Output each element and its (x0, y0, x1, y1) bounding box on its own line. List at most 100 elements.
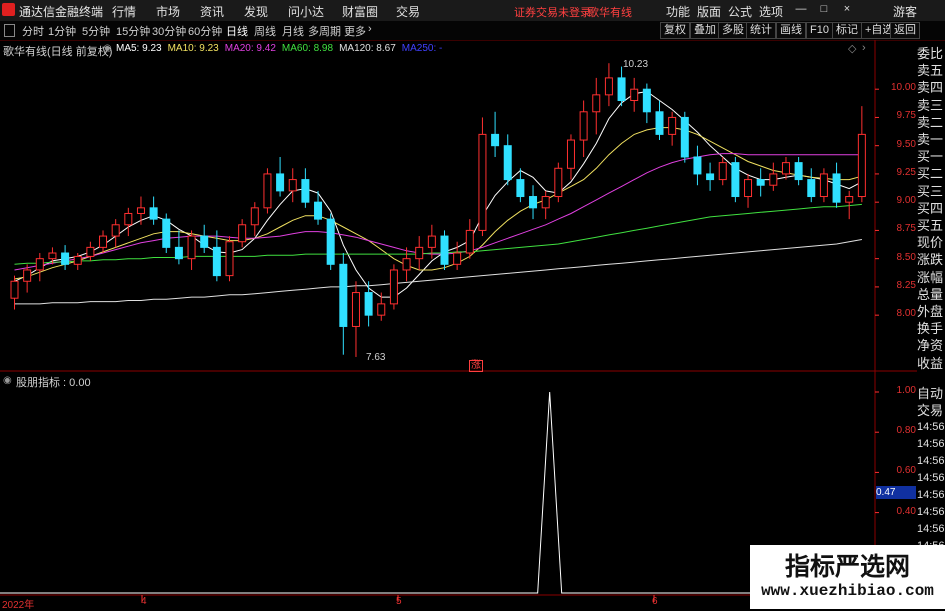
candle-body[interactable] (680, 116, 689, 158)
candle-body[interactable] (832, 173, 841, 203)
candle-body[interactable] (124, 212, 133, 226)
candle-body[interactable] (566, 139, 575, 169)
candle-body[interactable] (377, 303, 386, 316)
menu-item-trade[interactable]: 交易 (396, 3, 420, 20)
candle-body[interactable] (48, 252, 57, 260)
candle-body[interactable] (554, 167, 563, 198)
candle-body[interactable] (301, 179, 310, 203)
candle-body[interactable] (339, 263, 348, 327)
candle-body[interactable] (187, 235, 196, 260)
candle-body[interactable] (238, 224, 247, 243)
menu-layout[interactable]: 版面 (697, 3, 721, 20)
candle-body[interactable] (655, 111, 664, 135)
candle-body[interactable] (668, 116, 677, 135)
candle-body[interactable] (111, 224, 120, 237)
candle-body[interactable] (845, 196, 854, 203)
candle-body[interactable] (99, 235, 108, 248)
candle-body[interactable] (162, 218, 171, 248)
menu-item-news[interactable]: 资讯 (200, 3, 224, 20)
minimize-icon[interactable]: — (794, 3, 808, 16)
candle-body[interactable] (744, 179, 753, 198)
adjust-button[interactable]: 复权 (660, 22, 690, 39)
candle-body[interactable] (326, 218, 335, 265)
candle-body[interactable] (415, 246, 424, 260)
candle-body[interactable] (351, 292, 360, 327)
candle-body[interactable] (794, 162, 803, 181)
menu-item-wealth[interactable]: 财富圈 (342, 3, 378, 20)
stats-button[interactable]: 统计 (746, 22, 776, 39)
menu-item-discover[interactable]: 发现 (244, 3, 268, 20)
back-button[interactable]: 返回 (890, 22, 920, 39)
maximize-icon[interactable]: □ (817, 3, 831, 16)
draw-line-button[interactable]: 画线 (776, 22, 806, 39)
candle-body[interactable] (174, 246, 183, 260)
indicator-collapse-icon[interactable]: ◉ (3, 375, 12, 386)
tab-30min[interactable]: 30分钟 (152, 23, 186, 39)
candle-body[interactable] (314, 201, 323, 220)
tab-more[interactable]: 更多 (344, 23, 366, 39)
tab-intraday[interactable]: 分时 (22, 23, 44, 39)
candle-body[interactable] (592, 94, 601, 113)
tab-monthly[interactable]: 月线 (282, 23, 304, 39)
tab-15min[interactable]: 15分钟 (116, 23, 150, 39)
candle-body[interactable] (212, 246, 221, 277)
candle-body[interactable] (35, 258, 44, 271)
more-chevron-icon[interactable]: › (368, 23, 372, 35)
candle-body[interactable] (503, 145, 512, 181)
candle-body[interactable] (819, 173, 828, 198)
candle-body[interactable] (427, 235, 436, 248)
mark-button[interactable]: 标记 (832, 22, 862, 39)
f10-button[interactable]: F10 (806, 22, 833, 39)
candle-body[interactable] (440, 235, 449, 265)
candle-body[interactable] (541, 196, 550, 209)
tab-weekly[interactable]: 周线 (254, 23, 276, 39)
candle-body[interactable] (529, 196, 538, 209)
candle-body[interactable] (149, 207, 158, 220)
tab-60min[interactable]: 60分钟 (188, 23, 222, 39)
tab-1min[interactable]: 1分钟 (48, 23, 76, 39)
menu-item-quotes[interactable]: 行情 (112, 3, 136, 20)
close-icon[interactable]: × (840, 3, 854, 16)
candle-body[interactable] (731, 162, 740, 198)
candle-body[interactable] (807, 179, 816, 198)
candle-body[interactable] (693, 156, 702, 175)
candle-body[interactable] (86, 246, 95, 257)
candle-body[interactable] (516, 179, 525, 198)
candle-body[interactable] (73, 255, 82, 265)
menu-item-xiaoda[interactable]: 问小达 (288, 3, 324, 20)
candle-body[interactable] (263, 173, 272, 209)
candle-body[interactable] (364, 292, 373, 316)
candle-body[interactable] (453, 252, 462, 265)
candle-body[interactable] (718, 162, 727, 181)
login-notice[interactable]: 证券交易未登录 (514, 4, 591, 20)
guest-label[interactable]: 游客 (893, 3, 917, 20)
candle-body[interactable] (630, 88, 639, 101)
candle-body[interactable] (769, 173, 778, 186)
candle-body[interactable] (61, 252, 70, 265)
multi-stock-button[interactable]: 多股 (718, 22, 748, 39)
candle-body[interactable] (465, 229, 474, 254)
candle-body[interactable] (23, 269, 32, 282)
tab-daily[interactable]: 日线 (226, 23, 248, 39)
tab-multi-period[interactable]: 多周期 (308, 23, 341, 39)
candle-body[interactable] (200, 235, 209, 248)
candle-body[interactable] (402, 258, 411, 271)
candle-body[interactable] (756, 179, 765, 186)
sidebar-toggle-icon[interactable] (4, 24, 15, 37)
candle-body[interactable] (225, 241, 234, 277)
tab-5min[interactable]: 5分钟 (82, 23, 110, 39)
candle-body[interactable] (10, 280, 19, 299)
candle-body[interactable] (288, 179, 297, 192)
menu-item-market[interactable]: 市场 (156, 3, 180, 20)
candle-body[interactable] (857, 133, 866, 198)
candle-body[interactable] (491, 133, 500, 147)
candle-body[interactable] (250, 207, 259, 226)
candle-body[interactable] (579, 111, 588, 141)
candle-body[interactable] (604, 77, 613, 96)
overlay-button[interactable]: 叠加 (690, 22, 720, 39)
kline-chart[interactable] (0, 40, 917, 609)
candle-body[interactable] (478, 133, 487, 231)
candle-body[interactable] (617, 77, 626, 101)
menu-formula[interactable]: 公式 (728, 3, 752, 20)
candle-body[interactable] (136, 207, 145, 214)
